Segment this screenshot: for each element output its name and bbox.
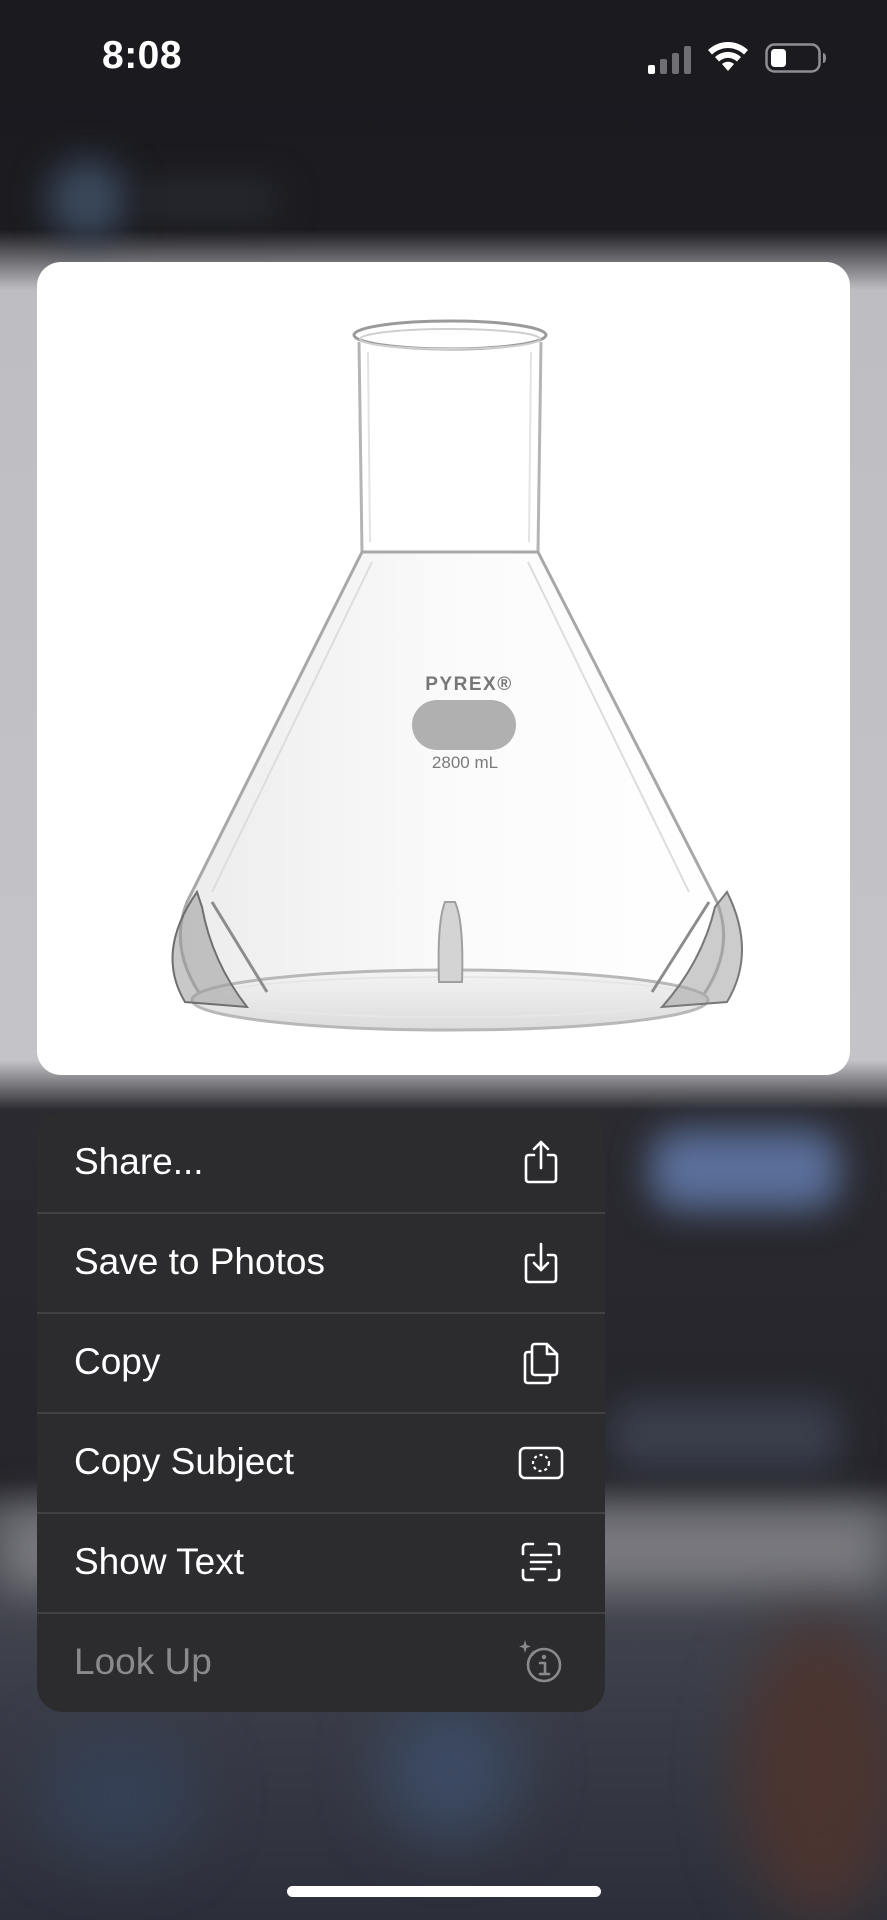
- context-menu: Share... Save to Photos Copy Copy Subjec…: [37, 1112, 605, 1712]
- home-indicator[interactable]: [287, 1886, 601, 1897]
- copy-icon: [523, 1342, 559, 1385]
- menu-item-label: Look Up: [74, 1641, 212, 1682]
- blurred-content: [610, 1400, 840, 1470]
- status-time: 8:08: [102, 34, 183, 77]
- screen: 8:08 PYREX® 2800 mL Share... Save to Pho…: [0, 0, 887, 1920]
- volume-label: 2800 mL: [432, 753, 498, 772]
- menu-item-show-text[interactable]: Show Text: [37, 1512, 605, 1612]
- menu-item-look-up: Look Up: [37, 1612, 605, 1712]
- blurred-content: [40, 1730, 200, 1860]
- erlenmeyer-flask-image: PYREX® 2800 mL: [171, 319, 743, 1032]
- blurred-avatar: [48, 160, 128, 240]
- menu-item-copy[interactable]: Copy: [37, 1312, 605, 1412]
- share-icon: [524, 1140, 558, 1184]
- menu-item-label: Share...: [74, 1141, 204, 1182]
- menu-item-save-to-photos[interactable]: Save to Photos: [37, 1212, 605, 1312]
- blurred-button: [650, 1130, 840, 1210]
- cellular-signal-icon: [648, 44, 694, 74]
- brand-label: PYREX®: [425, 674, 512, 695]
- blurred-header-text: [140, 185, 280, 215]
- wifi-icon: [708, 42, 748, 71]
- show-text-icon: [521, 1542, 561, 1582]
- blurred-content: [380, 1700, 520, 1840]
- copy-subject-icon: [518, 1446, 564, 1480]
- save-to-photos-icon: [524, 1242, 558, 1284]
- menu-item-copy-subject[interactable]: Copy Subject: [37, 1412, 605, 1512]
- blurred-content: [740, 1620, 887, 1920]
- menu-item-share[interactable]: Share...: [37, 1112, 605, 1212]
- look-up-icon: [519, 1640, 562, 1683]
- status-bar: 8:08: [0, 0, 887, 118]
- menu-item-label: Show Text: [74, 1541, 245, 1582]
- image-preview[interactable]: PYREX® 2800 mL: [37, 262, 850, 1075]
- menu-item-label: Copy: [74, 1341, 161, 1382]
- battery-icon: [765, 43, 826, 73]
- menu-item-label: Copy Subject: [74, 1441, 295, 1482]
- menu-item-label: Save to Photos: [74, 1241, 325, 1282]
